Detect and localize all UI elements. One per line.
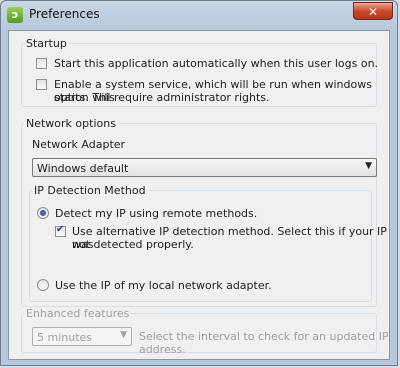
alternative-detection-checkbox[interactable] [55,224,66,237]
ip-detection-legend: IP Detection Method [34,184,146,197]
preferences-window: ɔ Preferences ✕ Startup Start this appli… [0,0,398,366]
local-adapter-label: Use the IP of my local network adapter. [55,279,272,292]
window-title: Preferences [29,7,100,21]
close-button[interactable]: ✕ [353,2,393,20]
client-area: Startup Start this application automatic… [8,30,390,360]
app-icon: ɔ [7,7,23,23]
enhanced-features-legend: Enhanced features [26,307,130,320]
interval-select[interactable]: 5 minutes ▼ [32,327,132,346]
system-service-checkbox[interactable] [36,79,47,90]
network-options-legend: Network options [26,117,116,130]
interval-value: 5 minutes [37,331,93,344]
alternative-detection-label-line2: not detected properly. [72,238,194,251]
chevron-down-icon: ▼ [365,161,372,171]
detect-remote-radio[interactable] [37,207,49,219]
detect-remote-label: Detect my IP using remote methods. [55,207,258,220]
network-adapter-value: Windows default [37,162,129,175]
start-automatically-checkbox[interactable] [36,58,47,69]
interval-hint: Select the interval to check for an upda… [139,330,389,356]
network-adapter-select[interactable]: Windows default ▼ [32,158,377,177]
local-adapter-radio[interactable] [37,279,49,291]
close-icon: ✕ [367,5,379,19]
startup-legend: Startup [26,37,67,50]
start-automatically-label: Start this application automatically whe… [54,57,379,70]
chevron-down-icon: ▼ [120,330,127,340]
title-bar[interactable]: ɔ Preferences ✕ [1,1,397,29]
network-adapter-label: Network Adapter [32,138,126,151]
system-service-label-line2: option will require administrator rights… [54,91,270,104]
